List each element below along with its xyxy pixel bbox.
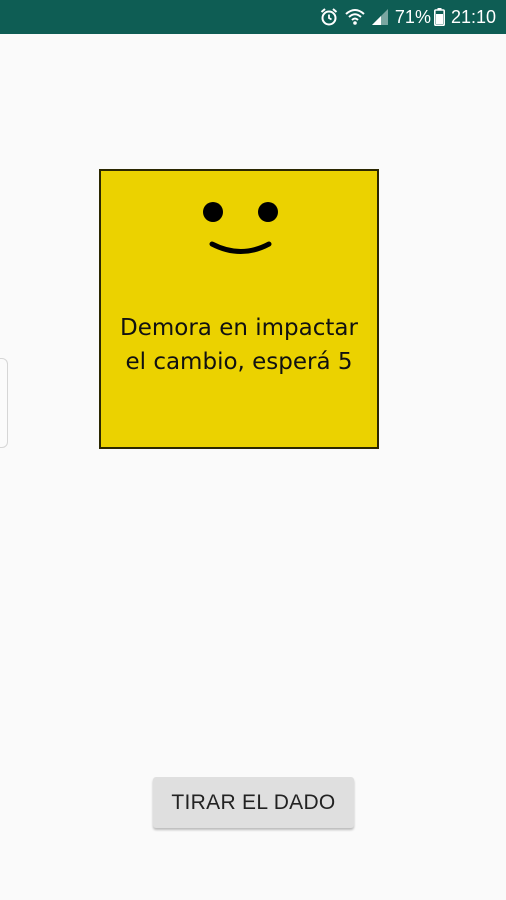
smiley-face-icon [203, 202, 278, 254]
alarm-icon [319, 7, 339, 27]
dice-message-line2: el cambio, esperá 5 [125, 349, 353, 375]
edge-panel-handle[interactable] [0, 358, 8, 448]
battery-percent: 71% [394, 6, 431, 27]
battery-icon [433, 8, 445, 26]
dice-image: Demora en impactar el cambio, esperá 5 [99, 169, 379, 449]
wifi-icon [345, 8, 365, 26]
signal-icon [371, 8, 389, 26]
roll-dice-button[interactable]: TIRAR EL DADO [153, 777, 354, 828]
status-bar: 71% 21:10 [0, 0, 506, 34]
dice-message-line1: Demora en impactar [120, 315, 358, 341]
clock-time: 21:10 [450, 6, 496, 27]
dice-message: Demora en impactar el cambio, esperá 5 [101, 311, 377, 379]
